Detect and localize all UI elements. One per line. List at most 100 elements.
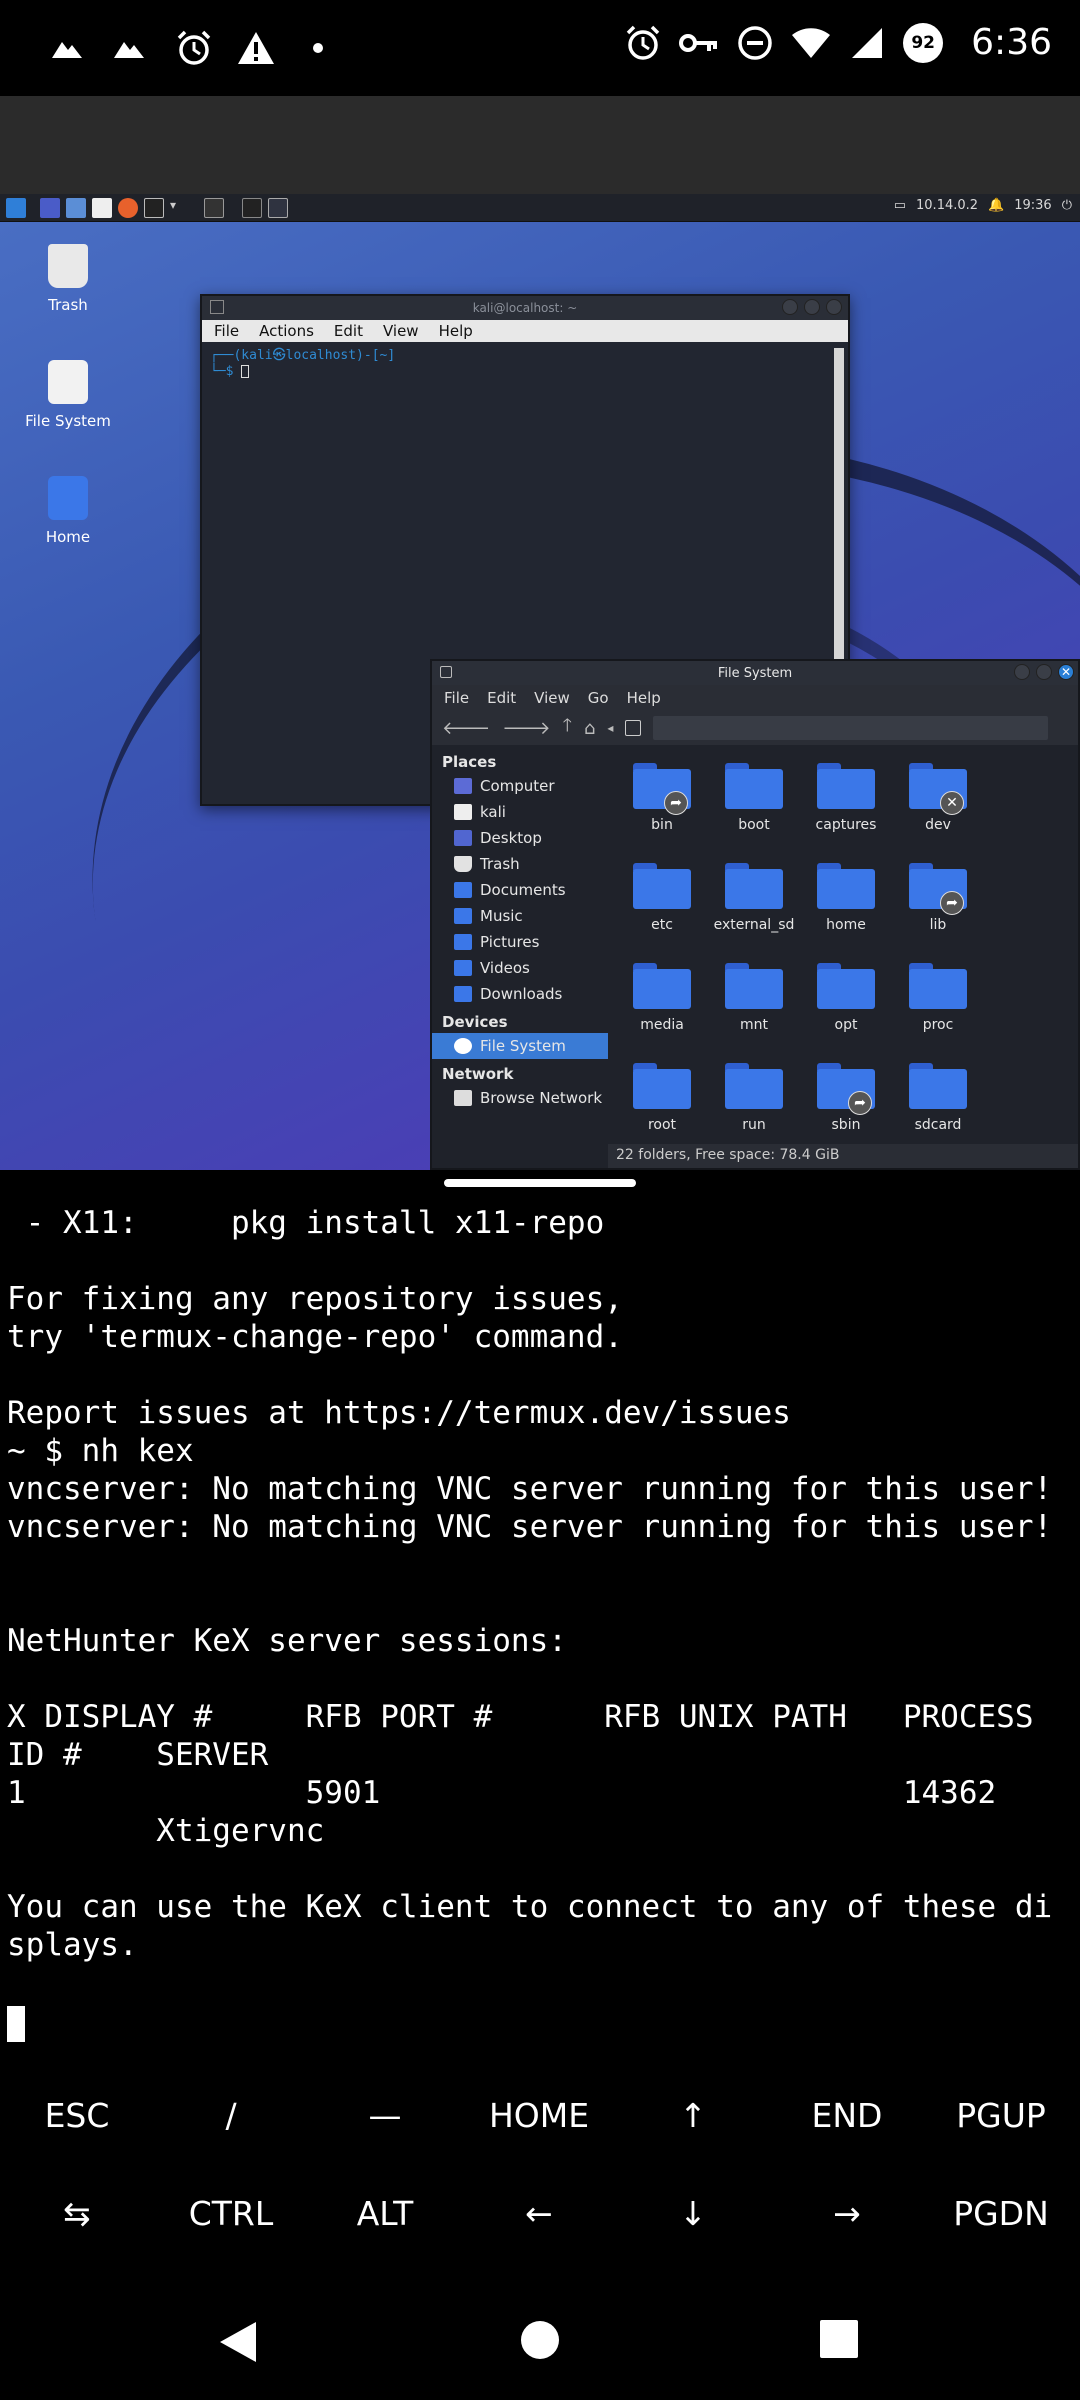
sidebar-header-places: Places [442, 753, 497, 771]
folder-item[interactable]: run [708, 1063, 800, 1143]
folder-item[interactable]: proc [892, 963, 984, 1043]
minimize-button[interactable] [1014, 664, 1030, 680]
recents-button[interactable] [820, 2320, 858, 2362]
menu-help[interactable]: Help [627, 689, 661, 707]
menu-edit[interactable]: Edit [487, 689, 516, 707]
key-slash[interactable]: / [154, 2075, 308, 2155]
location-bar[interactable] [653, 716, 1048, 740]
sidebar-item-videos[interactable]: Videos [432, 955, 608, 981]
kali-menu-icon[interactable] [6, 197, 26, 218]
back-icon[interactable]: 🡐 [442, 718, 490, 739]
folder-item[interactable]: lib ➦ [892, 863, 984, 943]
file-manager-icon[interactable] [66, 197, 86, 218]
folder-item[interactable]: sbin ➦ [800, 1063, 892, 1143]
ip-address: 10.14.0.2 [916, 198, 979, 213]
status-bar: 92 6:36 [0, 0, 1080, 96]
menu-file[interactable]: File [214, 322, 239, 340]
terminal-icon [210, 300, 224, 314]
network-icon[interactable]: ▭ [894, 198, 906, 213]
key-home[interactable]: HOME [462, 2075, 616, 2155]
menu-go[interactable]: Go [588, 689, 609, 707]
chevron-left-icon[interactable]: ◂ [607, 721, 613, 735]
folder-item[interactable]: bin ➦ [616, 763, 708, 843]
sidebar-item-pictures[interactable]: Pictures [432, 929, 608, 955]
desktop-icon[interactable] [40, 197, 60, 218]
folder-item[interactable]: dev ✕ [892, 763, 984, 843]
folder-item[interactable]: captures [800, 763, 892, 843]
back-button[interactable] [218, 2320, 258, 2368]
desktop-icon [454, 830, 472, 846]
menu-view[interactable]: View [383, 322, 419, 340]
home-icon[interactable]: ⌂ [584, 718, 595, 739]
key-esc[interactable]: ESC [0, 2075, 154, 2155]
folder-item[interactable]: home [800, 863, 892, 943]
folder-item[interactable]: etc [616, 863, 708, 943]
key-tab[interactable]: ⇆ [0, 2173, 154, 2253]
folder-item[interactable]: boot [708, 763, 800, 843]
termux-terminal[interactable]: - X11: pkg install x11-repo For fixing a… [0, 1200, 1080, 2030]
menu-file[interactable]: File [444, 689, 469, 707]
key-dash[interactable]: — [308, 2075, 462, 2155]
panel-clock[interactable]: 19:36 [1014, 198, 1051, 213]
menu-help[interactable]: Help [439, 322, 473, 340]
terminal-titlebar[interactable]: kali@localhost: ~ [202, 296, 848, 320]
chevron-down-icon[interactable]: ▾ [170, 198, 190, 218]
forward-icon[interactable]: 🡒 [502, 718, 550, 739]
folder-item[interactable]: media [616, 963, 708, 1043]
power-icon[interactable]: ⏻ [1062, 198, 1072, 213]
terminal-content[interactable]: ┌──(kali㉿localhost)-[~] └─$ [202, 342, 848, 386]
sidebar-item-kali[interactable]: kali [432, 799, 608, 825]
sidebar-item-file-system[interactable]: File System [432, 1033, 608, 1059]
sidebar-item-computer[interactable]: Computer [432, 773, 608, 799]
sidebar-item-documents[interactable]: Documents [432, 877, 608, 903]
sidebar-item-desktop[interactable]: Desktop [432, 825, 608, 851]
desktop-icon-trash[interactable]: Trash [18, 244, 118, 314]
sidebar-item-downloads[interactable]: Downloads [432, 981, 608, 1007]
file-manager-titlebar[interactable]: File System ✕ [432, 661, 1078, 685]
key-end[interactable]: END [770, 2075, 924, 2155]
firefox-icon[interactable] [118, 197, 138, 218]
key-down[interactable]: ↓ [616, 2173, 770, 2253]
key-up[interactable]: ↑ [616, 2075, 770, 2155]
terminal-icon[interactable] [144, 197, 164, 218]
minimize-button[interactable] [782, 299, 798, 315]
key-right[interactable]: → [770, 2173, 924, 2253]
alarm-icon [623, 23, 663, 63]
menu-actions[interactable]: Actions [259, 322, 314, 340]
key-pgup[interactable]: PGUP [924, 2075, 1078, 2155]
key-ctrl[interactable]: CTRL [154, 2173, 308, 2253]
split-drag-handle[interactable] [444, 1179, 636, 1187]
close-button[interactable]: ✕ [1058, 664, 1074, 680]
maximize-button[interactable] [804, 299, 820, 315]
sidebar-item-trash[interactable]: Trash [432, 851, 608, 877]
workspace-switcher[interactable] [204, 197, 224, 218]
taskbar-terminal[interactable] [242, 197, 262, 218]
terminal-menubar: File Actions Edit View Help [202, 320, 848, 342]
menu-edit[interactable]: Edit [334, 322, 363, 340]
up-icon[interactable]: 🡑 [563, 713, 572, 743]
home-button[interactable] [520, 2320, 560, 2364]
folder-item[interactable]: sdcard [892, 1063, 984, 1143]
drive-icon[interactable] [625, 720, 642, 736]
text-editor-icon[interactable] [92, 197, 112, 218]
folder-item[interactable]: opt [800, 963, 892, 1043]
folder-item[interactable]: root [616, 1063, 708, 1143]
maximize-button[interactable] [1036, 664, 1052, 680]
key-left[interactable]: ← [462, 2173, 616, 2253]
menu-view[interactable]: View [534, 689, 570, 707]
close-button[interactable] [826, 299, 842, 315]
file-manager-window[interactable]: File System ✕ File Edit View Go Help 🡐 🡒… [430, 659, 1080, 1170]
vnc-toolbar-band [0, 96, 1080, 194]
folder-item[interactable]: external_sd [708, 863, 800, 943]
sidebar-item-browse-network[interactable]: Browse Network [432, 1085, 608, 1111]
sidebar-item-music[interactable]: Music [432, 903, 608, 929]
desktop-icon-file-system[interactable]: File System [18, 360, 118, 430]
bell-icon[interactable]: 🔔 [988, 198, 1004, 213]
taskbar-file-system[interactable] [268, 197, 288, 218]
vnc-desktop[interactable]: ▾ ▭ 10.14.0.2 🔔 19:36 ⏻ Trash File Syste… [0, 194, 1080, 1170]
desktop-icon-home[interactable]: Home [18, 476, 118, 546]
folder-item[interactable]: mnt [708, 963, 800, 1043]
key-pgdn[interactable]: PGDN [924, 2173, 1078, 2253]
key-alt[interactable]: ALT [308, 2173, 462, 2253]
mountain-icon [112, 28, 152, 68]
